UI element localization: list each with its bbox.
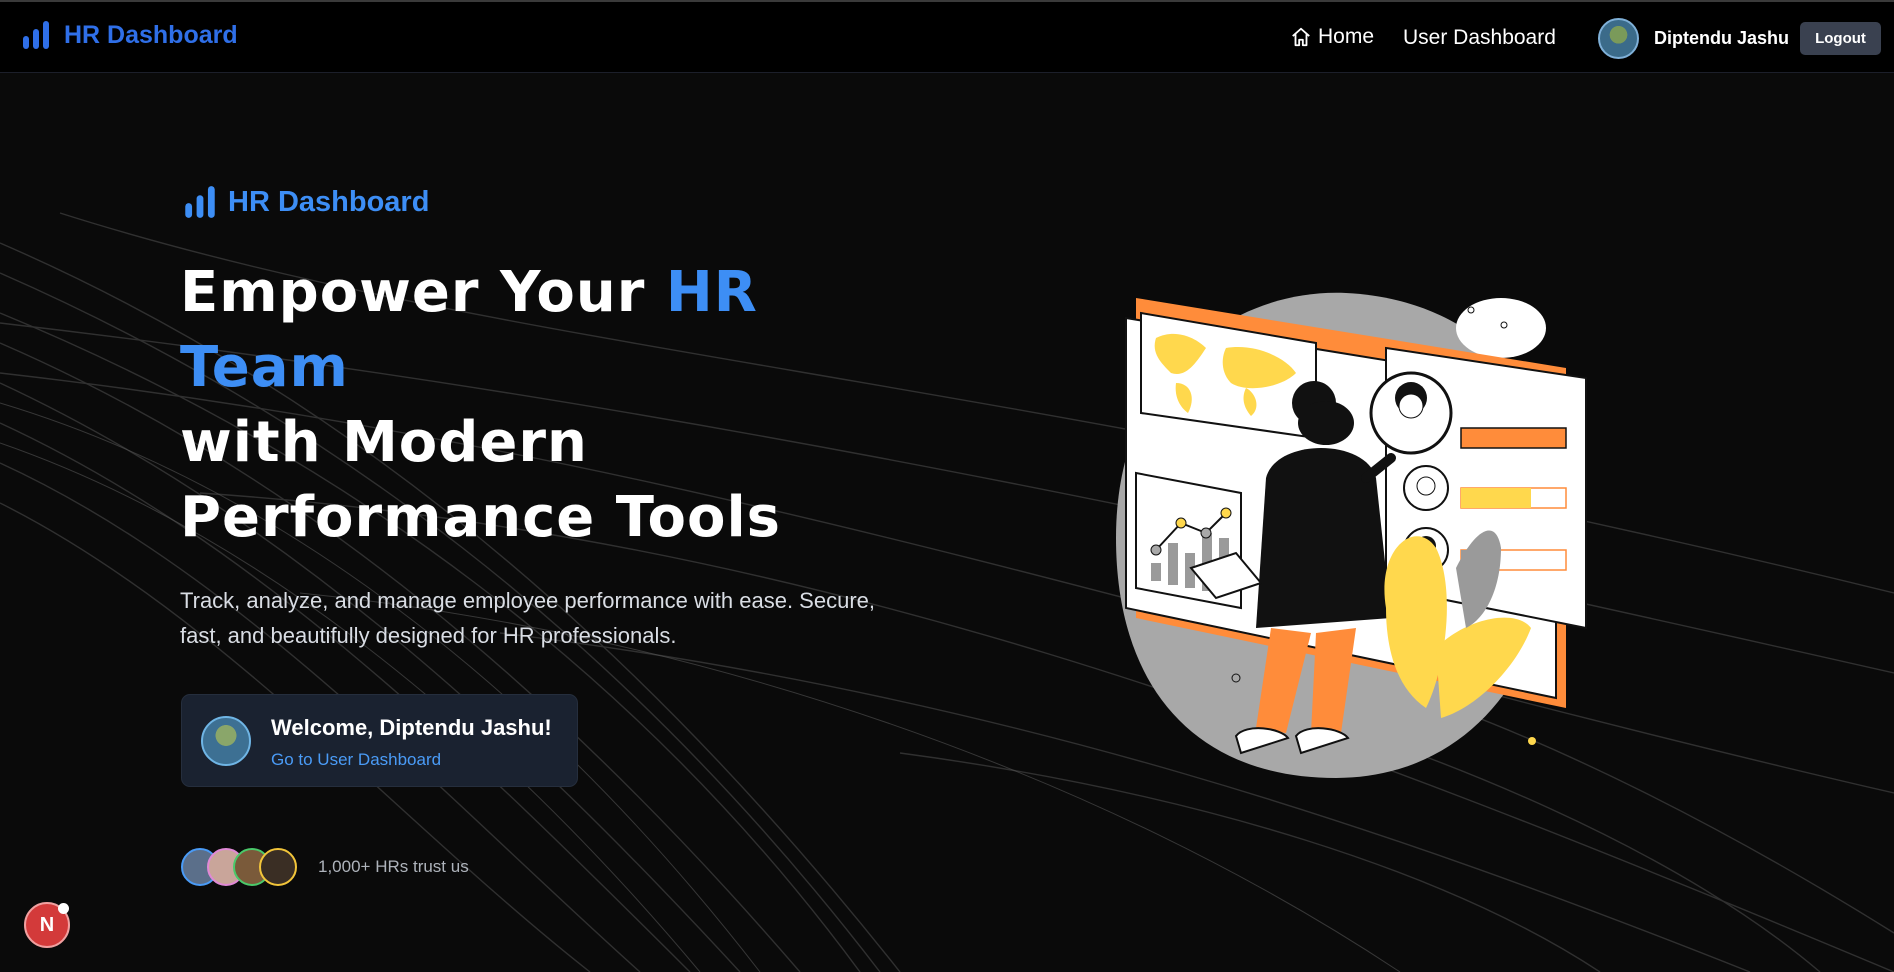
nav-user-dashboard-label: User Dashboard [1403, 26, 1556, 49]
nav-brand-text: HR Dashboard [64, 20, 238, 49]
hero-description: Track, analyze, and manage employee perf… [180, 588, 875, 648]
hero-brand-text: HR Dashboard [228, 185, 430, 218]
nav-brand[interactable]: HR Dashboard [22, 20, 238, 50]
trust-row: 1,000+ HRs trust us [181, 848, 469, 886]
welcome-card: Welcome, Diptendu Jashu! Go to User Dash… [181, 694, 578, 787]
welcome-title: Welcome, Diptendu Jashu! [271, 715, 552, 740]
avatar [259, 848, 297, 886]
hero-title-part1: Empower Your [180, 260, 666, 325]
welcome-avatar [201, 716, 251, 766]
home-icon [1292, 27, 1310, 47]
nav-username: Diptendu Jashu [1654, 28, 1790, 48]
hero-illustration [1116, 292, 1587, 778]
go-to-user-dashboard-link[interactable]: Go to User Dashboard [271, 750, 441, 770]
logout-button[interactable]: Logout [1800, 22, 1881, 55]
nav-home-label: Home [1318, 25, 1375, 48]
hero-brand: HR Dashboard [184, 185, 429, 219]
top-navbar: HR Dashboard Home User Dashboard Diptend… [0, 0, 1894, 73]
nav-user-avatar[interactable] [1598, 18, 1639, 59]
notification-dot [58, 903, 69, 914]
nav-user-dashboard-link[interactable]: User Dashboard [1403, 26, 1556, 50]
hero-title: Empower Your HR Team with Modern Perform… [180, 255, 940, 555]
hero-title-part2: with Modern Performance Tools [180, 410, 782, 550]
bar-chart-icon [185, 186, 215, 218]
bar-chart-icon [23, 21, 49, 49]
trust-text: 1,000+ HRs trust us [318, 857, 469, 876]
nav-home-link[interactable]: Home [1290, 25, 1374, 49]
